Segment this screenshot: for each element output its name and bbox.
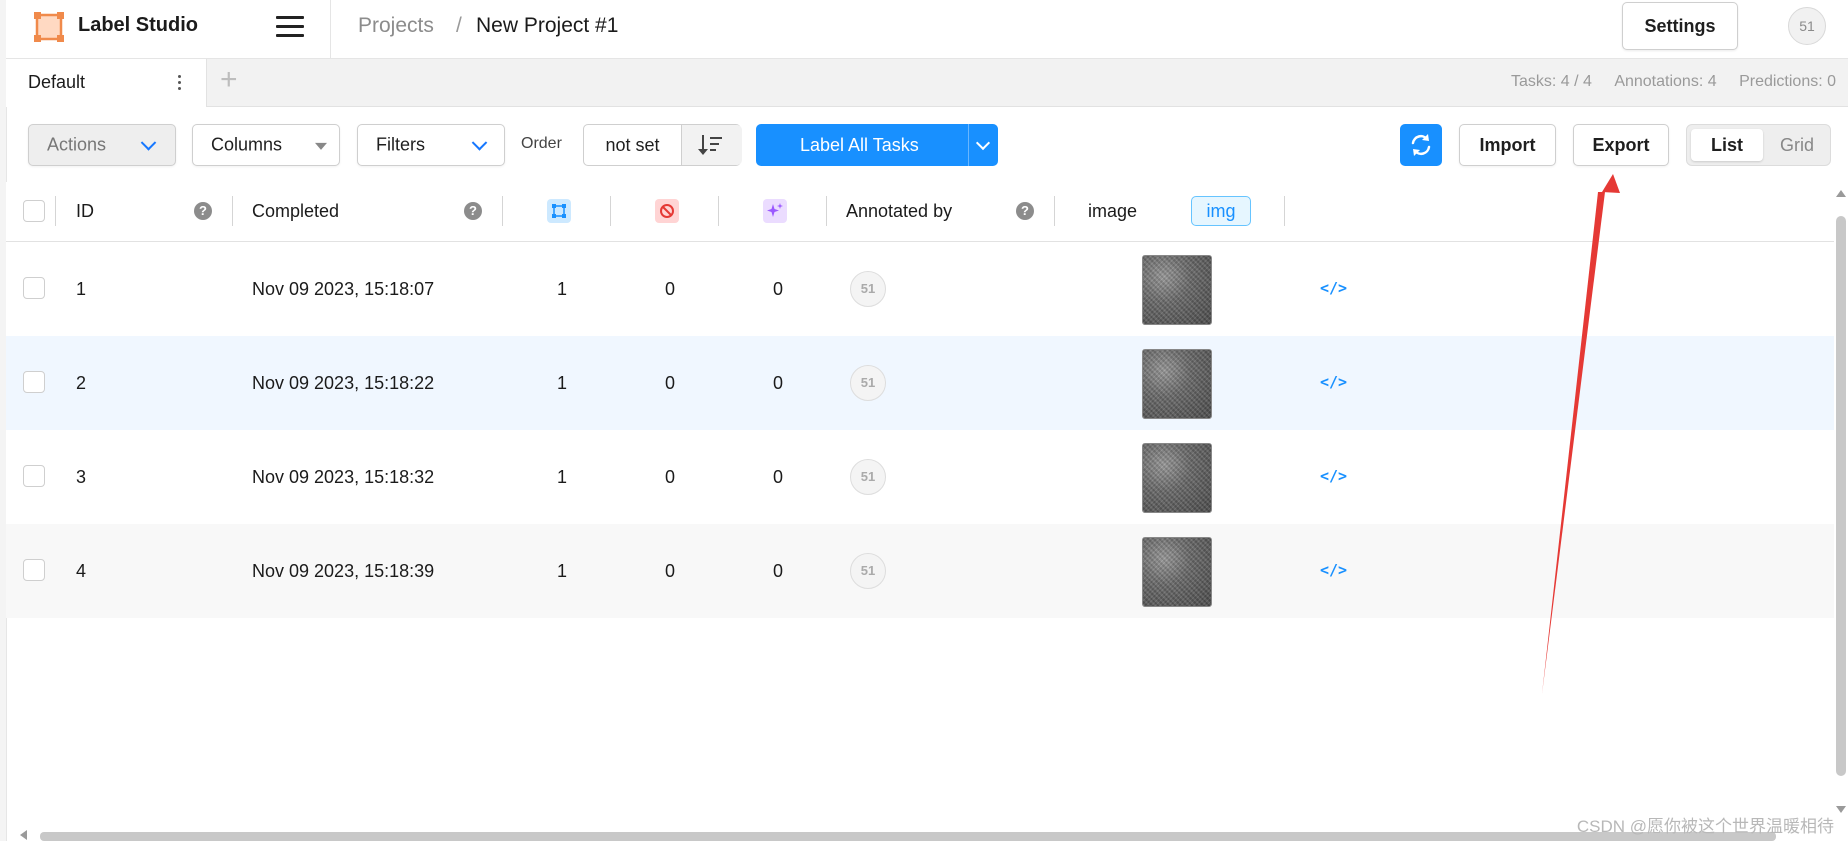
watermark: CSDN @愿你被这个世界温暖相待	[1576, 817, 1834, 836]
app-window: Label Studio Projects / New Project #1 S…	[0, 0, 1848, 841]
red-annotation-arrow-icon	[1542, 174, 1620, 694]
